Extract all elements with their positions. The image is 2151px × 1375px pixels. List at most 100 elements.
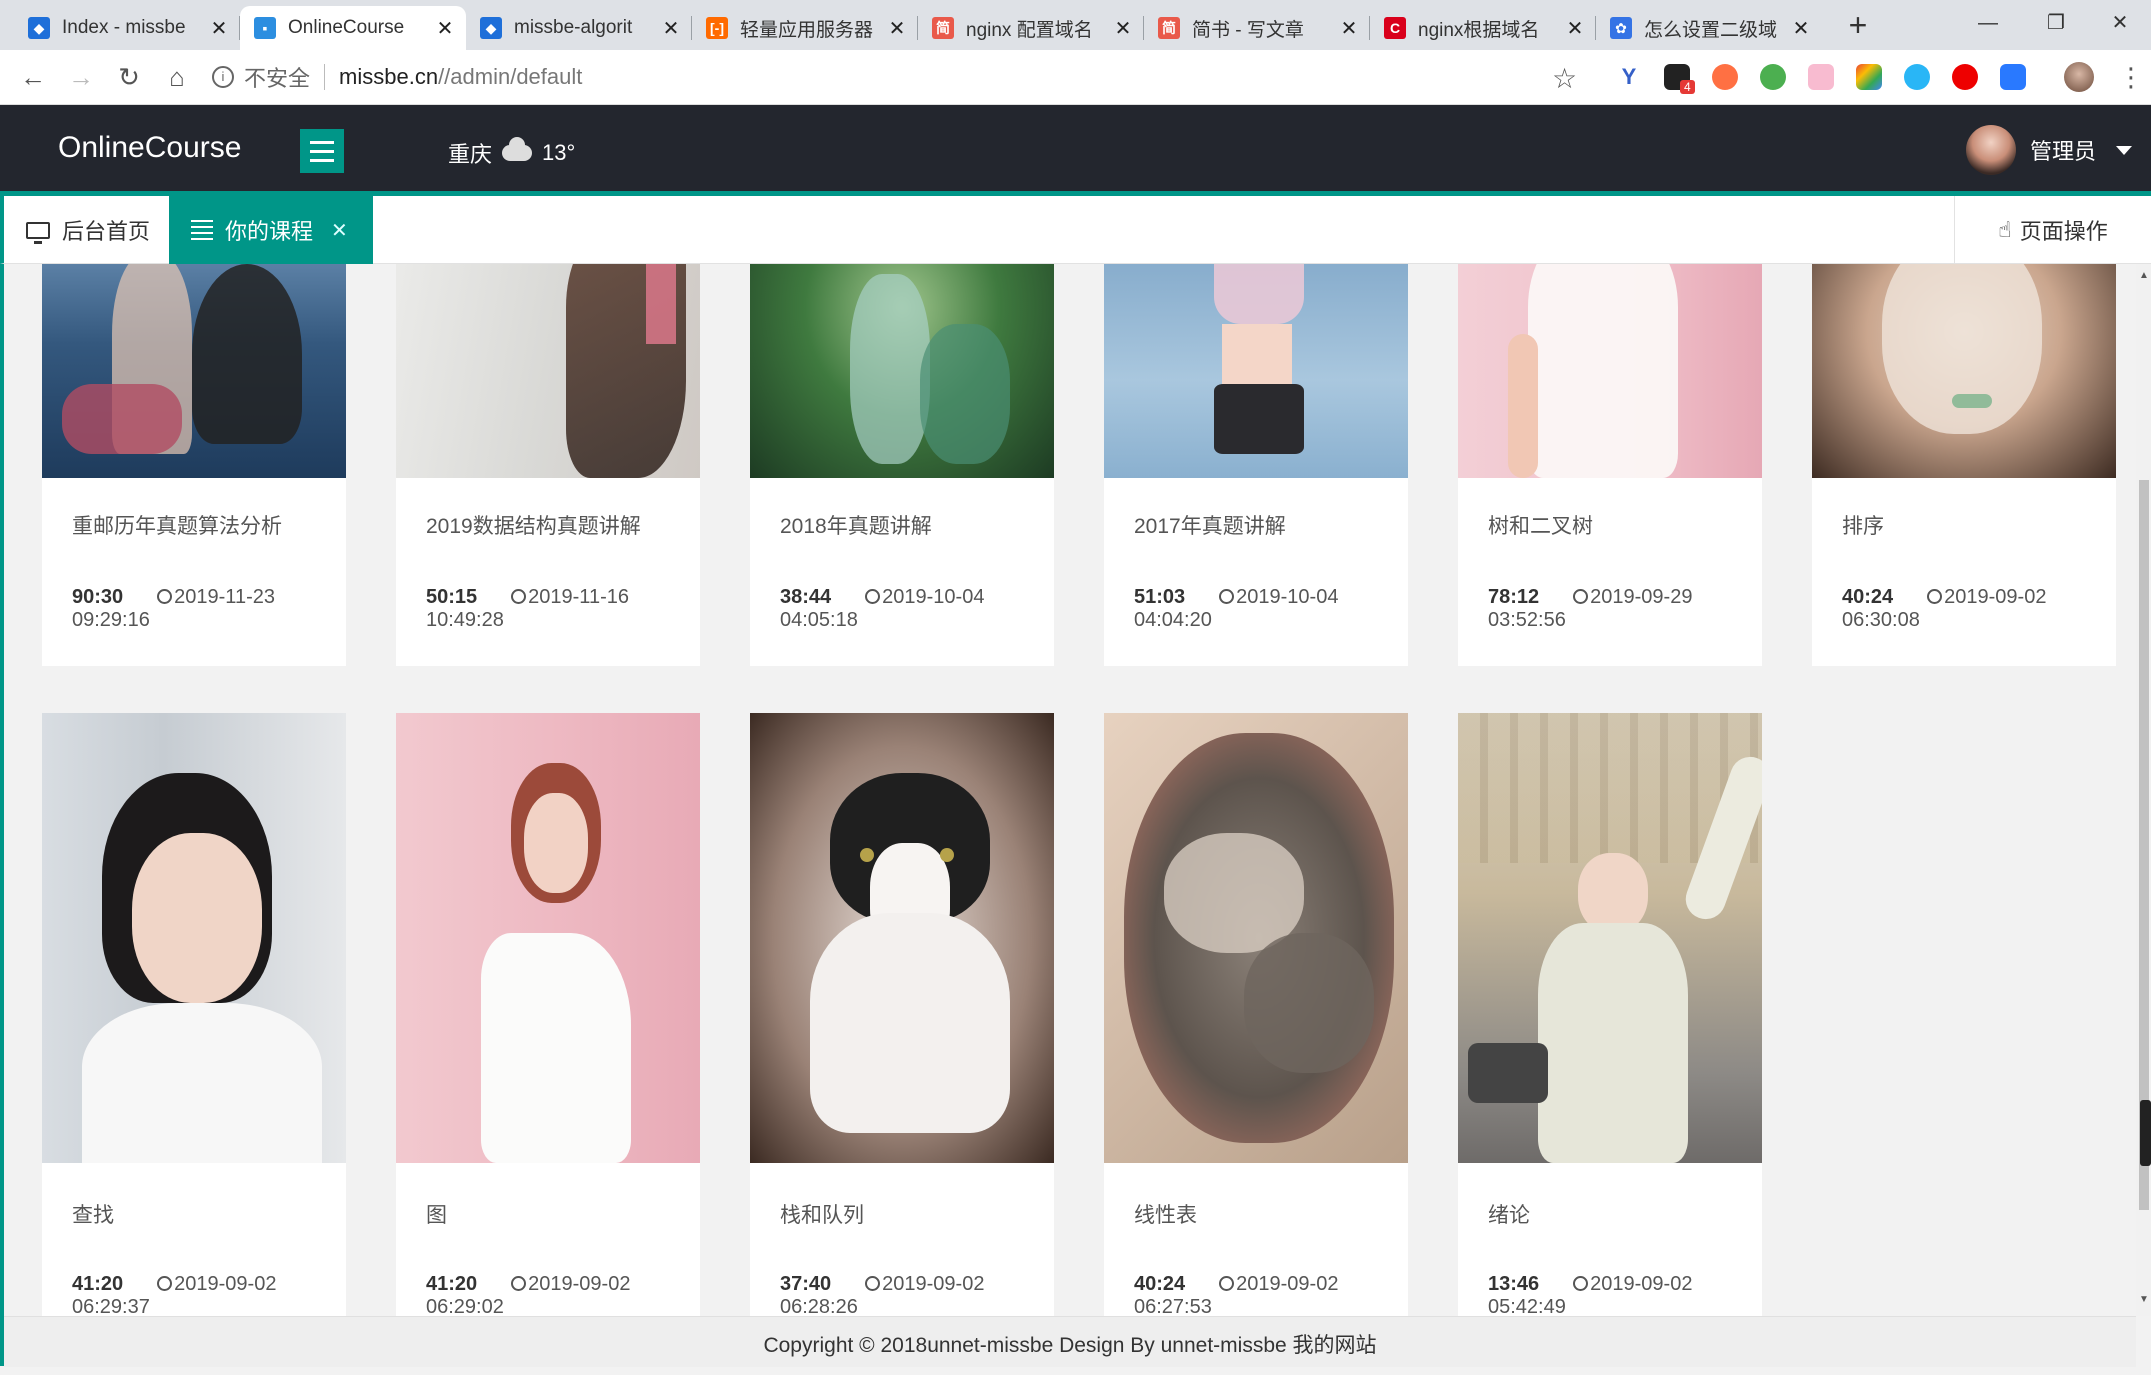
course-meta: 40:24 2019-09-02 06:27:53 [1134, 1273, 1338, 1316]
address-bar: ← → ↻ ⌂ i 不安全 missbe.cn//admin/default ☆… [0, 50, 2151, 105]
close-icon[interactable]: ✕ [1112, 16, 1134, 41]
app-logo[interactable]: OnlineCourse [58, 131, 241, 165]
forward-button[interactable]: → [64, 60, 98, 94]
course-title[interactable]: 重邮历年真题算法分析 [72, 510, 282, 540]
scroll-down-arrow[interactable]: ▼ [2139, 1294, 2149, 1305]
browser-tab[interactable]: [-] 轻量应用服务器 ✕ [692, 6, 918, 50]
extension-icon[interactable] [1856, 64, 1882, 90]
user-menu[interactable]: 管理员 [1966, 125, 2133, 175]
course-duration: 40:24 [1842, 586, 1894, 608]
course-thumbnail[interactable] [750, 264, 1054, 478]
course-thumbnail[interactable] [750, 713, 1054, 1163]
course-duration: 50:15 [426, 586, 478, 608]
info-icon[interactable]: i [212, 66, 234, 88]
course-title[interactable]: 2019数据结构真题讲解 [426, 510, 641, 540]
back-button[interactable]: ← [16, 60, 50, 94]
clock-icon [157, 589, 173, 604]
course-thumbnail[interactable] [42, 264, 346, 478]
course-title[interactable]: 绪论 [1488, 1199, 1530, 1229]
page-operations-button[interactable]: ☝ 页面操作 [1954, 196, 2151, 264]
course-date: 2019-10-04 [882, 586, 985, 608]
course-card[interactable]: 重邮历年真题算法分析 90:30 2019-11-23 09:29:16 [42, 264, 346, 666]
list-icon [191, 220, 213, 240]
course-thumbnail[interactable] [42, 713, 346, 1163]
close-icon[interactable]: ✕ [1338, 16, 1360, 41]
course-title[interactable]: 排序 [1842, 510, 1884, 540]
course-title[interactable]: 查找 [72, 1199, 114, 1229]
extension-icon[interactable] [1808, 64, 1834, 90]
course-card[interactable]: 排序 40:24 2019-09-02 06:30:08 [1812, 264, 2116, 666]
course-thumbnail[interactable] [1812, 264, 2116, 478]
side-widget[interactable] [2140, 1100, 2151, 1166]
clock-icon [1219, 1276, 1235, 1291]
course-card[interactable]: 查找 41:20 2019-09-02 06:29:37 [42, 713, 346, 1316]
window-close-button[interactable]: ✕ [2088, 0, 2151, 46]
course-time: 04:05:18 [780, 609, 858, 631]
course-title[interactable]: 线性表 [1134, 1199, 1197, 1229]
close-icon[interactable]: ✕ [208, 16, 230, 41]
bookmark-star-icon[interactable]: ☆ [1552, 62, 1577, 95]
extension-icon[interactable] [1712, 64, 1738, 90]
profile-avatar[interactable] [2064, 62, 2094, 92]
course-thumbnail[interactable] [1458, 713, 1762, 1163]
tab-courses[interactable]: 你的课程 ✕ [169, 196, 373, 264]
course-card[interactable]: 2018年真题讲解 38:44 2019-10-04 04:05:18 [750, 264, 1054, 666]
browser-tab[interactable]: C nginx根据域名 ✕ [1370, 6, 1596, 50]
close-icon[interactable]: ✕ [331, 218, 348, 243]
scroll-up-arrow[interactable]: ▲ [2139, 270, 2149, 281]
extension-icon[interactable]: Y [1616, 64, 1642, 90]
cloud-icon [502, 137, 533, 161]
minimize-button[interactable]: — [1956, 0, 2020, 46]
home-button[interactable]: ⌂ [160, 60, 194, 94]
menu-icon[interactable]: ⋮ [2118, 62, 2144, 92]
course-title[interactable]: 2017年真题讲解 [1134, 510, 1286, 540]
new-tab-button[interactable]: + [1840, 8, 1876, 44]
close-icon[interactable]: ✕ [434, 16, 456, 41]
close-icon[interactable]: ✕ [1564, 16, 1586, 41]
browser-tab[interactable]: ◆ missbe-algorit ✕ [466, 6, 692, 50]
close-icon[interactable]: ✕ [886, 16, 908, 41]
clock-icon [511, 589, 527, 604]
extension-icon[interactable] [2000, 64, 2026, 90]
browser-tab[interactable]: ✿ 怎么设置二级域 ✕ [1596, 6, 1822, 50]
close-icon[interactable]: ✕ [660, 16, 682, 41]
course-duration: 41:20 [72, 1273, 124, 1295]
csdn-icon: C [1384, 17, 1406, 39]
restore-button[interactable]: ❐ [2024, 0, 2088, 46]
course-card[interactable]: 栈和队列 37:40 2019-09-02 06:28:26 [750, 713, 1054, 1316]
course-meta: 38:44 2019-10-04 04:05:18 [780, 586, 984, 632]
course-card[interactable]: 树和二叉树 78:12 2019-09-29 03:52:56 [1458, 264, 1762, 666]
menu-toggle-button[interactable] [300, 129, 344, 173]
course-card[interactable]: 2019数据结构真题讲解 50:15 2019-11-16 10:49:28 [396, 264, 700, 666]
reload-button[interactable]: ↻ [112, 60, 146, 94]
browser-tab[interactable]: 简 简书 - 写文章 ✕ [1144, 6, 1370, 50]
course-title[interactable]: 2018年真题讲解 [780, 510, 932, 540]
course-thumbnail[interactable] [396, 713, 700, 1163]
course-card[interactable]: 线性表 40:24 2019-09-02 06:27:53 [1104, 713, 1408, 1316]
clock-icon [157, 1276, 173, 1291]
course-duration: 51:03 [1134, 586, 1186, 608]
course-grid: 重邮历年真题算法分析 90:30 2019-11-23 09:29:16 2019… [4, 264, 2134, 1316]
course-card[interactable]: 绪论 13:46 2019-09-02 05:42:49 [1458, 713, 1762, 1316]
url-field[interactable]: i 不安全 missbe.cn//admin/default [212, 56, 1612, 98]
course-title[interactable]: 栈和队列 [780, 1199, 864, 1229]
course-thumbnail[interactable] [1104, 264, 1408, 478]
course-meta: 78:12 2019-09-29 03:52:56 [1488, 586, 1692, 632]
extension-icon[interactable] [1904, 64, 1930, 90]
course-thumbnail[interactable] [1458, 264, 1762, 478]
close-icon[interactable]: ✕ [1790, 16, 1812, 41]
course-thumbnail[interactable] [1104, 713, 1408, 1163]
extension-icon[interactable] [1760, 64, 1786, 90]
course-title[interactable]: 树和二叉树 [1488, 510, 1593, 540]
course-thumbnail[interactable] [396, 264, 700, 478]
browser-tab[interactable]: 简 nginx 配置域名 ✕ [918, 6, 1144, 50]
course-title[interactable]: 图 [426, 1199, 447, 1229]
course-card[interactable]: 2017年真题讲解 51:03 2019-10-04 04:04:20 [1104, 264, 1408, 666]
browser-tab[interactable]: ◆ Index - missbe ✕ [14, 6, 240, 50]
clock-icon [511, 1276, 527, 1291]
clock-icon [1573, 589, 1589, 604]
browser-tab-active[interactable]: ▪ OnlineCourse ✕ [240, 6, 466, 50]
course-card[interactable]: 图 41:20 2019-09-02 06:29:02 [396, 713, 700, 1316]
tab-home[interactable]: 后台首页 [4, 196, 172, 264]
extension-icon[interactable] [1952, 64, 1978, 90]
